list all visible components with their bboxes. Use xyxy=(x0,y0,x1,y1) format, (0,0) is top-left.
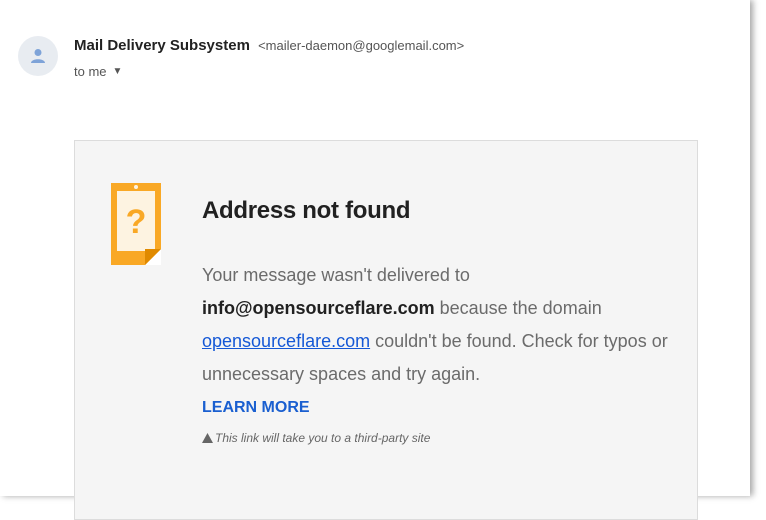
notice-message: Your message wasn't delivered to info@op… xyxy=(202,259,682,391)
notice-title: Address not found xyxy=(202,197,411,224)
recipient-line[interactable]: to me ▼ xyxy=(74,64,122,79)
email-message-pane: Mail Delivery Subsystem <mailer-daemon@g… xyxy=(0,0,750,520)
question-mark-icon: ? xyxy=(111,183,161,265)
bounce-notice-card: ? Address not found Your message wasn't … xyxy=(74,140,698,520)
warning-icon xyxy=(202,433,213,443)
sender-avatar[interactable] xyxy=(18,36,58,76)
recipient-label: to me xyxy=(74,64,107,79)
domain-link[interactable]: opensourceflare.com xyxy=(202,331,370,351)
sender-line: Mail Delivery Subsystem <mailer-daemon@g… xyxy=(74,37,464,54)
sender-email: <mailer-daemon@googlemail.com> xyxy=(258,38,465,53)
third-party-warning: This link will take you to a third-party… xyxy=(202,431,430,445)
sender-name[interactable]: Mail Delivery Subsystem xyxy=(74,37,250,54)
person-icon xyxy=(31,49,45,63)
chevron-down-icon[interactable]: ▼ xyxy=(113,66,123,77)
third-party-note: This link will take you to a third-party… xyxy=(215,431,431,445)
svg-text:?: ? xyxy=(126,203,147,241)
message-prefix: Your message wasn't delivered to xyxy=(202,265,470,285)
failed-address: info@opensourceflare.com xyxy=(202,298,435,318)
learn-more-link[interactable]: LEARN MORE xyxy=(202,399,310,417)
message-mid: because the domain xyxy=(434,298,602,318)
